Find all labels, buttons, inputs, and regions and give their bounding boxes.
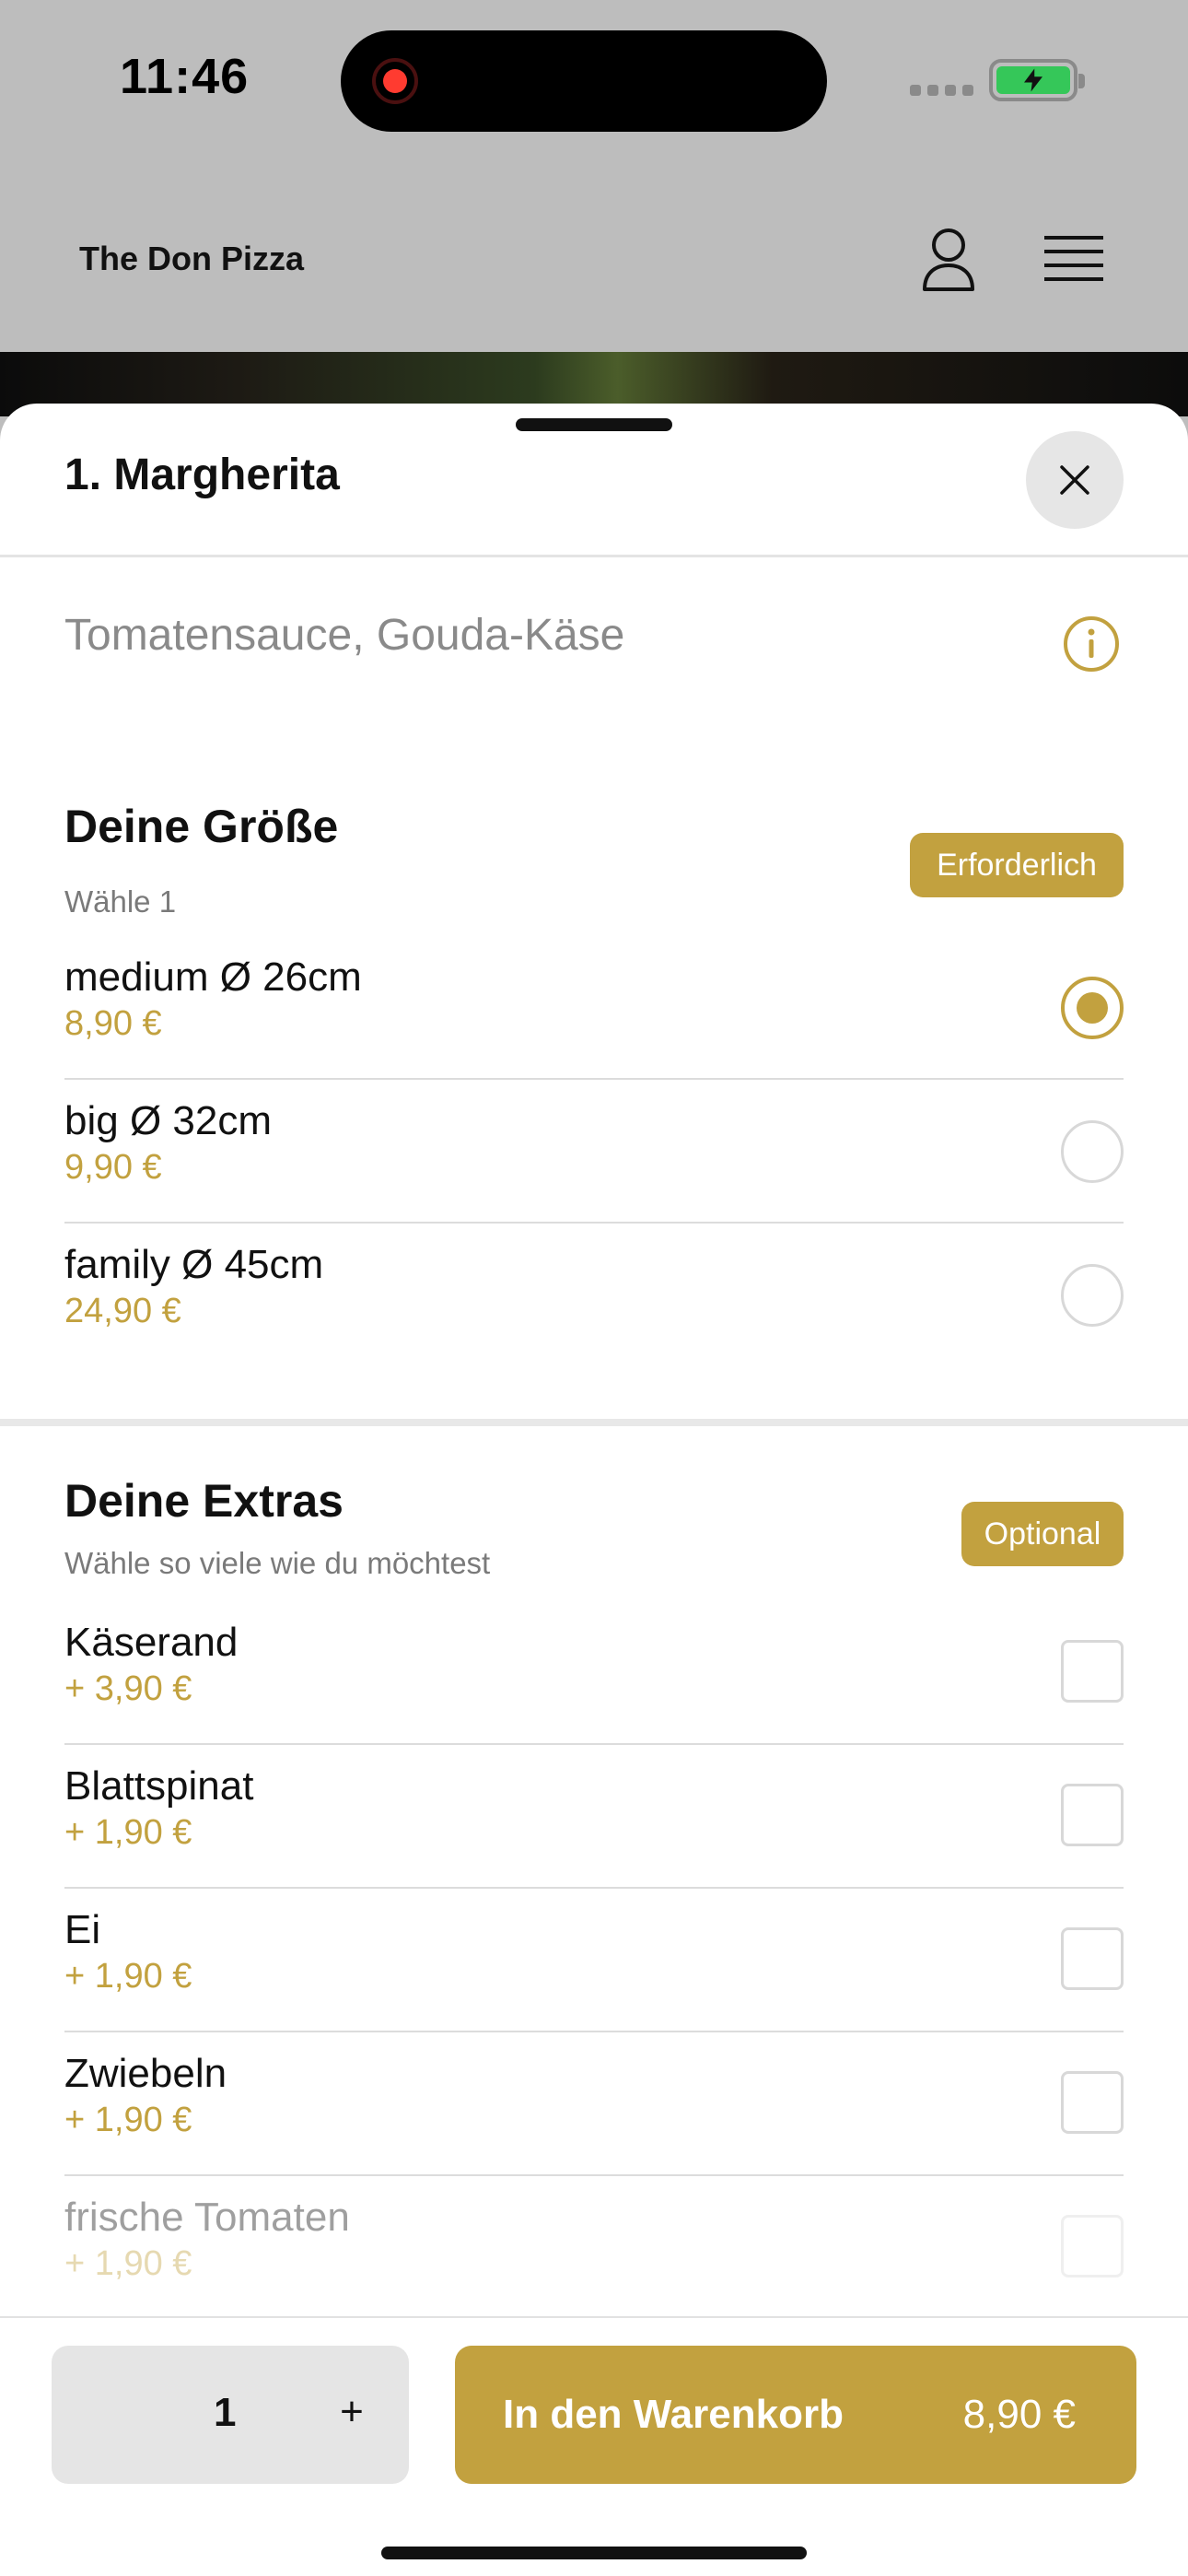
option-name: frische Tomaten — [64, 2195, 350, 2240]
sheet-grabber[interactable] — [516, 418, 672, 431]
dynamic-island — [341, 30, 827, 132]
extras-group-subtitle: Wähle so viele wie du möchtest — [64, 1546, 491, 1580]
option-price: + 1,90 € — [64, 2244, 192, 2283]
signal-icon — [910, 85, 973, 96]
bottom-action-bar: 1 + In den Warenkorb 8,90 € — [0, 2316, 1188, 2576]
charging-bolt-icon — [1024, 68, 1042, 92]
extra-option-kaeserand[interactable]: Käserand + 3,90 € — [64, 1601, 1124, 1745]
radio-unselected[interactable] — [1061, 1264, 1124, 1327]
add-to-cart-label: In den Warenkorb — [503, 2392, 844, 2437]
option-price: 24,90 € — [64, 1292, 181, 1330]
option-price: + 1,90 € — [64, 1957, 192, 1996]
product-sheet: 1. Margherita Tomatensauce, Gouda-Käse D… — [0, 404, 1188, 2576]
app-header: The Don Pizza — [0, 166, 1188, 352]
size-option-medium[interactable]: medium Ø 26cm 8,90 € — [64, 936, 1124, 1080]
battery-icon — [989, 59, 1085, 101]
option-price: + 1,90 € — [64, 2101, 192, 2139]
section-divider — [0, 1419, 1188, 1426]
cart-price: 8,90 € — [962, 2392, 1076, 2437]
option-name: medium Ø 26cm — [64, 954, 362, 1000]
option-name: Ei — [64, 1907, 101, 1952]
checkbox[interactable] — [1061, 1640, 1124, 1703]
quantity-value: 1 — [214, 2390, 237, 2435]
required-badge: Erforderlich — [910, 833, 1124, 897]
brand-title[interactable]: The Don Pizza — [79, 240, 304, 278]
plus-button[interactable]: + — [324, 2384, 379, 2440]
extra-option-zwiebeln[interactable]: Zwiebeln + 1,90 € — [64, 2032, 1124, 2176]
size-option-big[interactable]: big Ø 32cm 9,90 € — [64, 1080, 1124, 1224]
home-indicator[interactable] — [381, 2547, 807, 2559]
option-name: Zwiebeln — [64, 2051, 227, 2096]
checkbox[interactable] — [1061, 2215, 1124, 2277]
option-name: family Ø 45cm — [64, 1242, 324, 1287]
divider — [0, 555, 1188, 557]
option-name: Blattspinat — [64, 1763, 254, 1809]
product-title: 1. Margherita — [64, 451, 340, 499]
option-name: big Ø 32cm — [64, 1098, 272, 1143]
radio-unselected[interactable] — [1061, 1120, 1124, 1183]
info-icon[interactable] — [1063, 615, 1120, 673]
quantity-stepper[interactable]: 1 + — [52, 2346, 409, 2484]
extras-group-title: Deine Extras — [64, 1475, 344, 1527]
option-price: + 1,90 € — [64, 1813, 192, 1852]
user-icon[interactable] — [921, 227, 976, 293]
menu-icon[interactable] — [1044, 234, 1103, 286]
option-name: Käserand — [64, 1620, 239, 1665]
option-price: + 3,90 € — [64, 1669, 192, 1708]
size-option-family[interactable]: family Ø 45cm 24,90 € — [64, 1224, 1124, 1367]
size-group-title: Deine Größe — [64, 801, 339, 852]
size-group-subtitle: Wähle 1 — [64, 884, 177, 919]
checkbox[interactable] — [1061, 1927, 1124, 1990]
extra-option-ei[interactable]: Ei + 1,90 € — [64, 1889, 1124, 2032]
extra-option-frische-tomaten[interactable]: frische Tomaten + 1,90 € — [64, 2176, 1124, 2320]
radio-selected[interactable] — [1061, 977, 1124, 1039]
checkbox[interactable] — [1061, 2071, 1124, 2134]
product-description: Tomatensauce, Gouda-Käse — [64, 611, 625, 660]
checkbox[interactable] — [1061, 1784, 1124, 1846]
clock: 11:46 — [120, 49, 250, 104]
add-to-cart-button[interactable]: In den Warenkorb 8,90 € — [455, 2346, 1136, 2484]
option-price: 8,90 € — [64, 1004, 162, 1043]
close-icon — [1060, 465, 1089, 495]
extra-option-blattspinat[interactable]: Blattspinat + 1,90 € — [64, 1745, 1124, 1889]
recording-icon — [372, 58, 418, 104]
close-button[interactable] — [1026, 431, 1124, 529]
status-bar: 11:46 — [0, 0, 1188, 166]
option-price: 9,90 € — [64, 1148, 162, 1187]
optional-badge: Optional — [961, 1502, 1124, 1566]
